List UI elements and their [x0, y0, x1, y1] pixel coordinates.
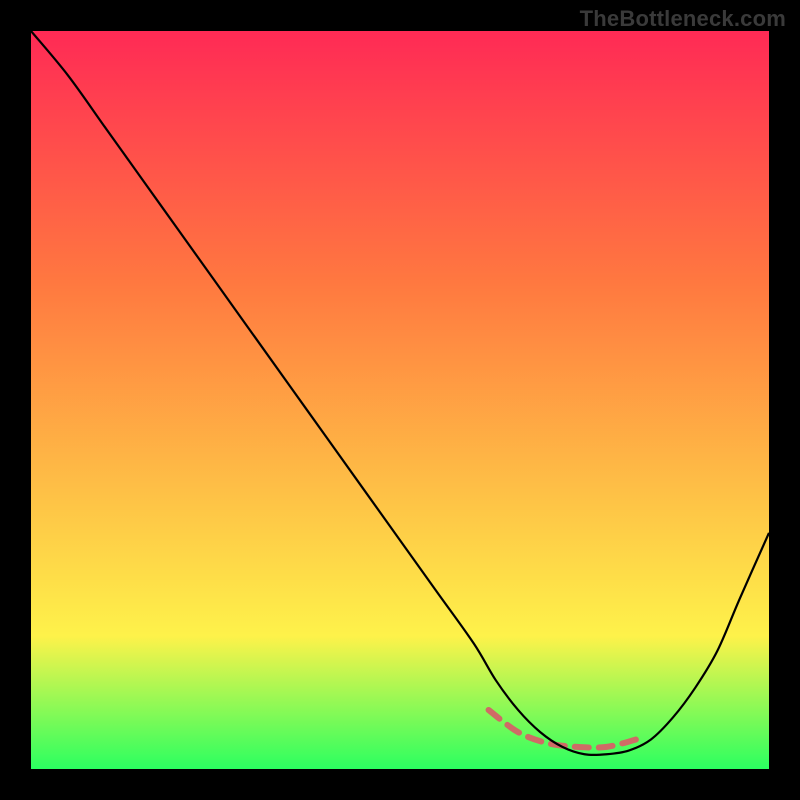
plot-background	[31, 31, 769, 769]
watermark-text: TheBottleneck.com	[580, 6, 786, 32]
chart-svg	[31, 31, 769, 769]
chart-stage: TheBottleneck.com	[0, 0, 800, 800]
plot-area	[31, 31, 769, 769]
